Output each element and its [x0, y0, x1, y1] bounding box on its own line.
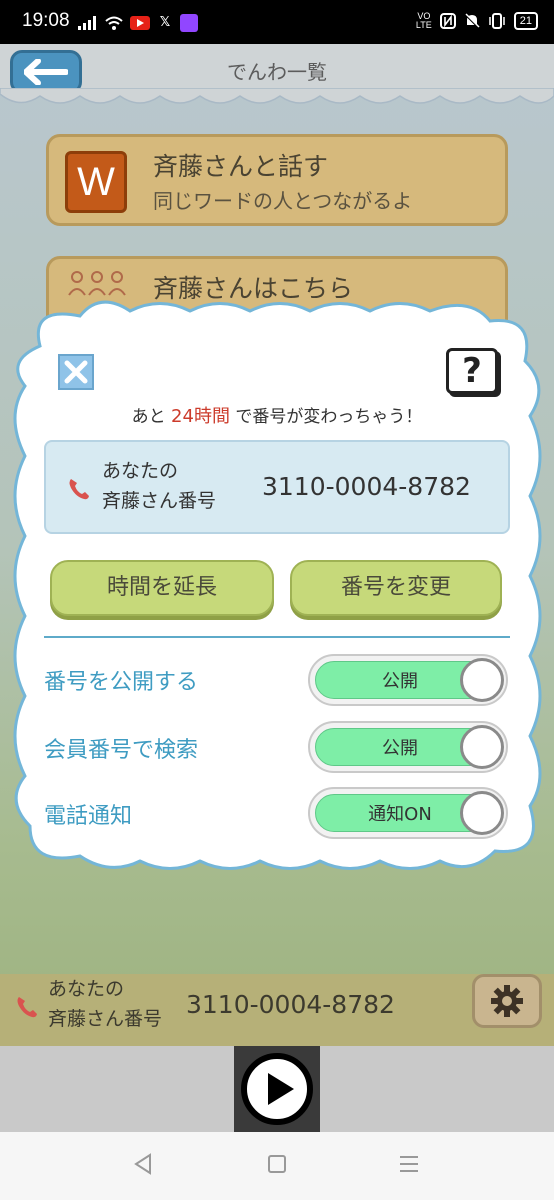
toggle-knob [460, 791, 504, 835]
phone-icon [69, 479, 89, 500]
play-icon[interactable] [240, 1052, 314, 1126]
bottom-number-value: 3110-0004-8782 [186, 990, 395, 1019]
volte-icon: VO LTE [415, 11, 432, 30]
gear-icon [491, 985, 523, 1017]
close-icon [64, 360, 88, 384]
toggle-label: 公開 [382, 671, 418, 692]
signal-icon [78, 16, 96, 30]
silent-icon [464, 13, 480, 29]
setting-label-search: 会員番号で検索 [44, 738, 199, 763]
number-label-line2: 斉藤さん番号 [102, 490, 217, 512]
list-item-subtitle: 同じワードの人とつながるよ [153, 189, 413, 213]
help-button[interactable]: ? [446, 348, 498, 394]
toggle-label: 公開 [382, 738, 418, 759]
nfc-icon [439, 13, 456, 29]
nav-home-icon[interactable] [266, 1152, 288, 1176]
system-nav-bar [0, 1132, 554, 1200]
ad-banner [0, 1046, 554, 1132]
toggle-knob [460, 725, 504, 769]
setting-label-notify: 電話通知 [44, 804, 133, 829]
nav-menu-icon[interactable] [398, 1152, 420, 1176]
change-number-button[interactable]: 番号を変更 [290, 560, 502, 616]
header-bar: でんわ一覧 [0, 44, 554, 94]
header-cloud-edge [0, 88, 554, 104]
number-value: 3110-0004-8782 [262, 472, 471, 501]
extend-time-button[interactable]: 時間を延長 [50, 560, 274, 616]
number-box: あなたの 斉藤さん番号 3110-0004-8782 [44, 440, 510, 534]
toggle-publish[interactable]: 公開 [308, 654, 508, 706]
settings-button[interactable] [472, 974, 542, 1028]
bottom-number-label-line1: あなたの [48, 978, 125, 1000]
number-label-line1: あなたの [102, 460, 179, 482]
youtube-icon [130, 16, 150, 30]
list-item-title: 斉藤さんと話す [153, 152, 329, 181]
x-icon: 𝕏 [159, 15, 171, 30]
countdown-text: あと 24時間 で番号が変わっちゃう！ [0, 402, 554, 428]
toggle-knob [460, 658, 504, 702]
status-bar: 19:08 𝕏 VO LTE 21 [0, 0, 554, 44]
bottom-number-label-line2: 斉藤さん番号 [48, 1008, 163, 1030]
list-item-talk[interactable]: W 斉藤さんと話す 同じワードの人とつながるよ [46, 134, 508, 226]
vibrate-icon [489, 13, 505, 29]
divider [44, 636, 510, 638]
toggle-label: 通知ON [368, 804, 432, 825]
twitch-icon [180, 14, 198, 32]
toggle-search[interactable]: 公開 [308, 721, 508, 773]
countdown-suffix: で番号が変わっちゃう！ [235, 407, 423, 427]
word-icon: W [65, 151, 127, 213]
toggle-notify[interactable]: 通知ON [308, 787, 508, 839]
battery-icon: 21 [513, 12, 538, 30]
countdown-prefix: あと [131, 407, 166, 427]
setting-label-publish: 番号を公開する [44, 670, 199, 695]
page-title: でんわ一覧 [227, 60, 327, 84]
video-player[interactable] [234, 1046, 320, 1132]
close-button[interactable] [58, 354, 94, 390]
phone-icon [17, 997, 37, 1018]
nav-back-icon[interactable] [132, 1152, 154, 1176]
countdown-hours: 24時間 [171, 406, 230, 427]
status-time: 19:08 [22, 10, 70, 31]
wifi-icon [105, 16, 123, 30]
